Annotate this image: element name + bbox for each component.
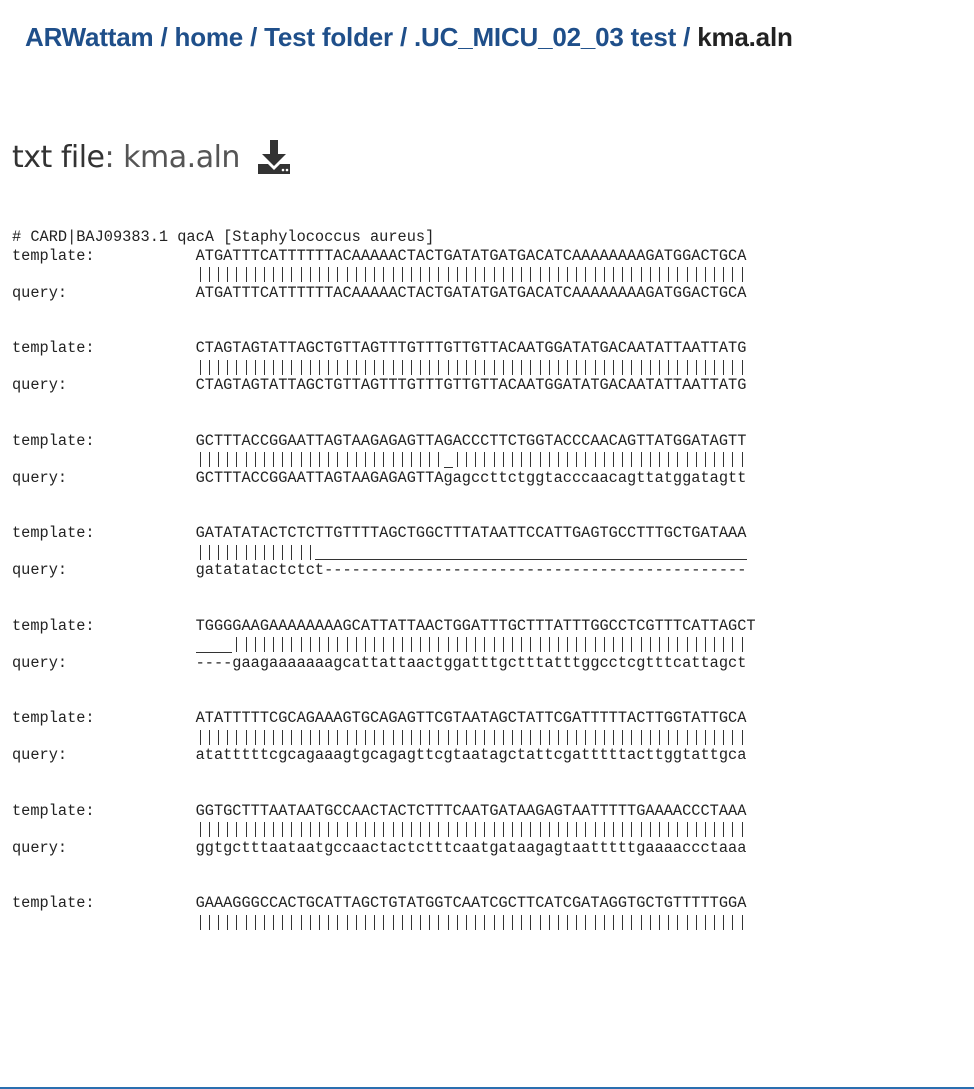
alignment-template-row: template: ATGATTTCATTTTTTACAAAAACTACTGAT… <box>12 246 747 265</box>
file-kind-label: txt file <box>12 139 105 175</box>
alignment-text: # CARD|BAJ09383.1 qacA [Staphylococcus a… <box>12 228 756 931</box>
alignment-match-row <box>12 450 756 469</box>
download-icon <box>257 140 290 174</box>
alignment-template-row: template: CTAGTAGTATTAGCTGTTAGTTTGTTTGTT… <box>12 339 747 357</box>
breadcrumb-item-home[interactable]: home <box>175 22 244 52</box>
breadcrumb-item-test-folder[interactable]: Test folder <box>264 22 393 52</box>
breadcrumb-separator: / <box>250 22 258 52</box>
breadcrumb-separator: / <box>399 22 407 52</box>
alignment-query-row: query: ATGATTTCATTTTTTACAAAAACTACTGATATG… <box>12 283 747 302</box>
file-name: kma.aln <box>123 139 240 175</box>
alignment-template-row: template: GATATATACTCTCTTGTTTTAGCTGGCTTT… <box>12 524 747 542</box>
breadcrumb-item-uc-micu-test[interactable]: .UC_MICU_02_03 test <box>414 22 676 52</box>
alignment-block-gap <box>12 487 756 524</box>
alignment-template-row: template: ATATTTTTCGCAGAAAGTGCAGAGTTCGTA… <box>12 709 747 727</box>
alignment-query-row: query: CTAGTAGTATTAGCTGTTAGTTTGTTTGTTGTT… <box>12 376 747 394</box>
alignment-match-row <box>12 265 756 284</box>
alignment-match-row <box>12 820 756 839</box>
alignment-block-gap <box>12 580 756 617</box>
alignment-block-gap <box>12 395 756 432</box>
alignment-match-row <box>12 635 756 654</box>
alignment-match-row <box>12 543 756 562</box>
alignment-header: # CARD|BAJ09383.1 qacA [Staphylococcus a… <box>12 228 435 246</box>
breadcrumb: ARWattam / home / Test folder / .UC_MICU… <box>25 22 793 53</box>
file-header: txt file: kma.aln <box>12 138 292 176</box>
alignment-block-gap <box>12 857 756 894</box>
alignment-query-row: query: gatatatactctct-------------------… <box>12 561 747 579</box>
file-colon: : <box>104 139 124 175</box>
breadcrumb-item-arwattam[interactable]: ARWattam <box>25 22 154 52</box>
alignment-query-row: query: ggtgctttaataatgccaactactctttcaatg… <box>12 838 747 857</box>
alignment-query-row: query: atatttttcgcagaaagtgcagagttcgtaata… <box>12 746 747 764</box>
alignment-block-gap <box>12 302 756 339</box>
alignment-match-row <box>12 358 756 377</box>
alignment-template-row: template: GCTTTACCGGAATTAGTAAGAGAGTTAGAC… <box>12 431 747 450</box>
alignment-block-gap <box>12 765 756 802</box>
alignment-template-row: template: GAAAGGGCCACTGCATTAGCTGTATGGTCA… <box>12 894 747 912</box>
alignment-block-gap <box>12 672 756 709</box>
alignment-query-row: query: GCTTTACCGGAATTAGTAAGAGAGTTAgagcct… <box>12 468 747 487</box>
alignment-query-row: query: ----gaagaaaaaaagcattattaactggattt… <box>12 653 747 672</box>
alignment-match-row <box>12 913 756 932</box>
alignment-template-row: template: GGTGCTTTAATAATGCCAACTACTCTTTCA… <box>12 801 747 820</box>
download-button[interactable] <box>256 138 292 176</box>
breadcrumb-separator: / <box>683 22 691 52</box>
breadcrumb-current: kma.aln <box>697 22 793 52</box>
alignment-match-row <box>12 728 756 747</box>
alignment-template-row: template: TGGGGAAGAAAAAAAAGCATTATTAACTGG… <box>12 616 756 635</box>
breadcrumb-separator: / <box>160 22 168 52</box>
